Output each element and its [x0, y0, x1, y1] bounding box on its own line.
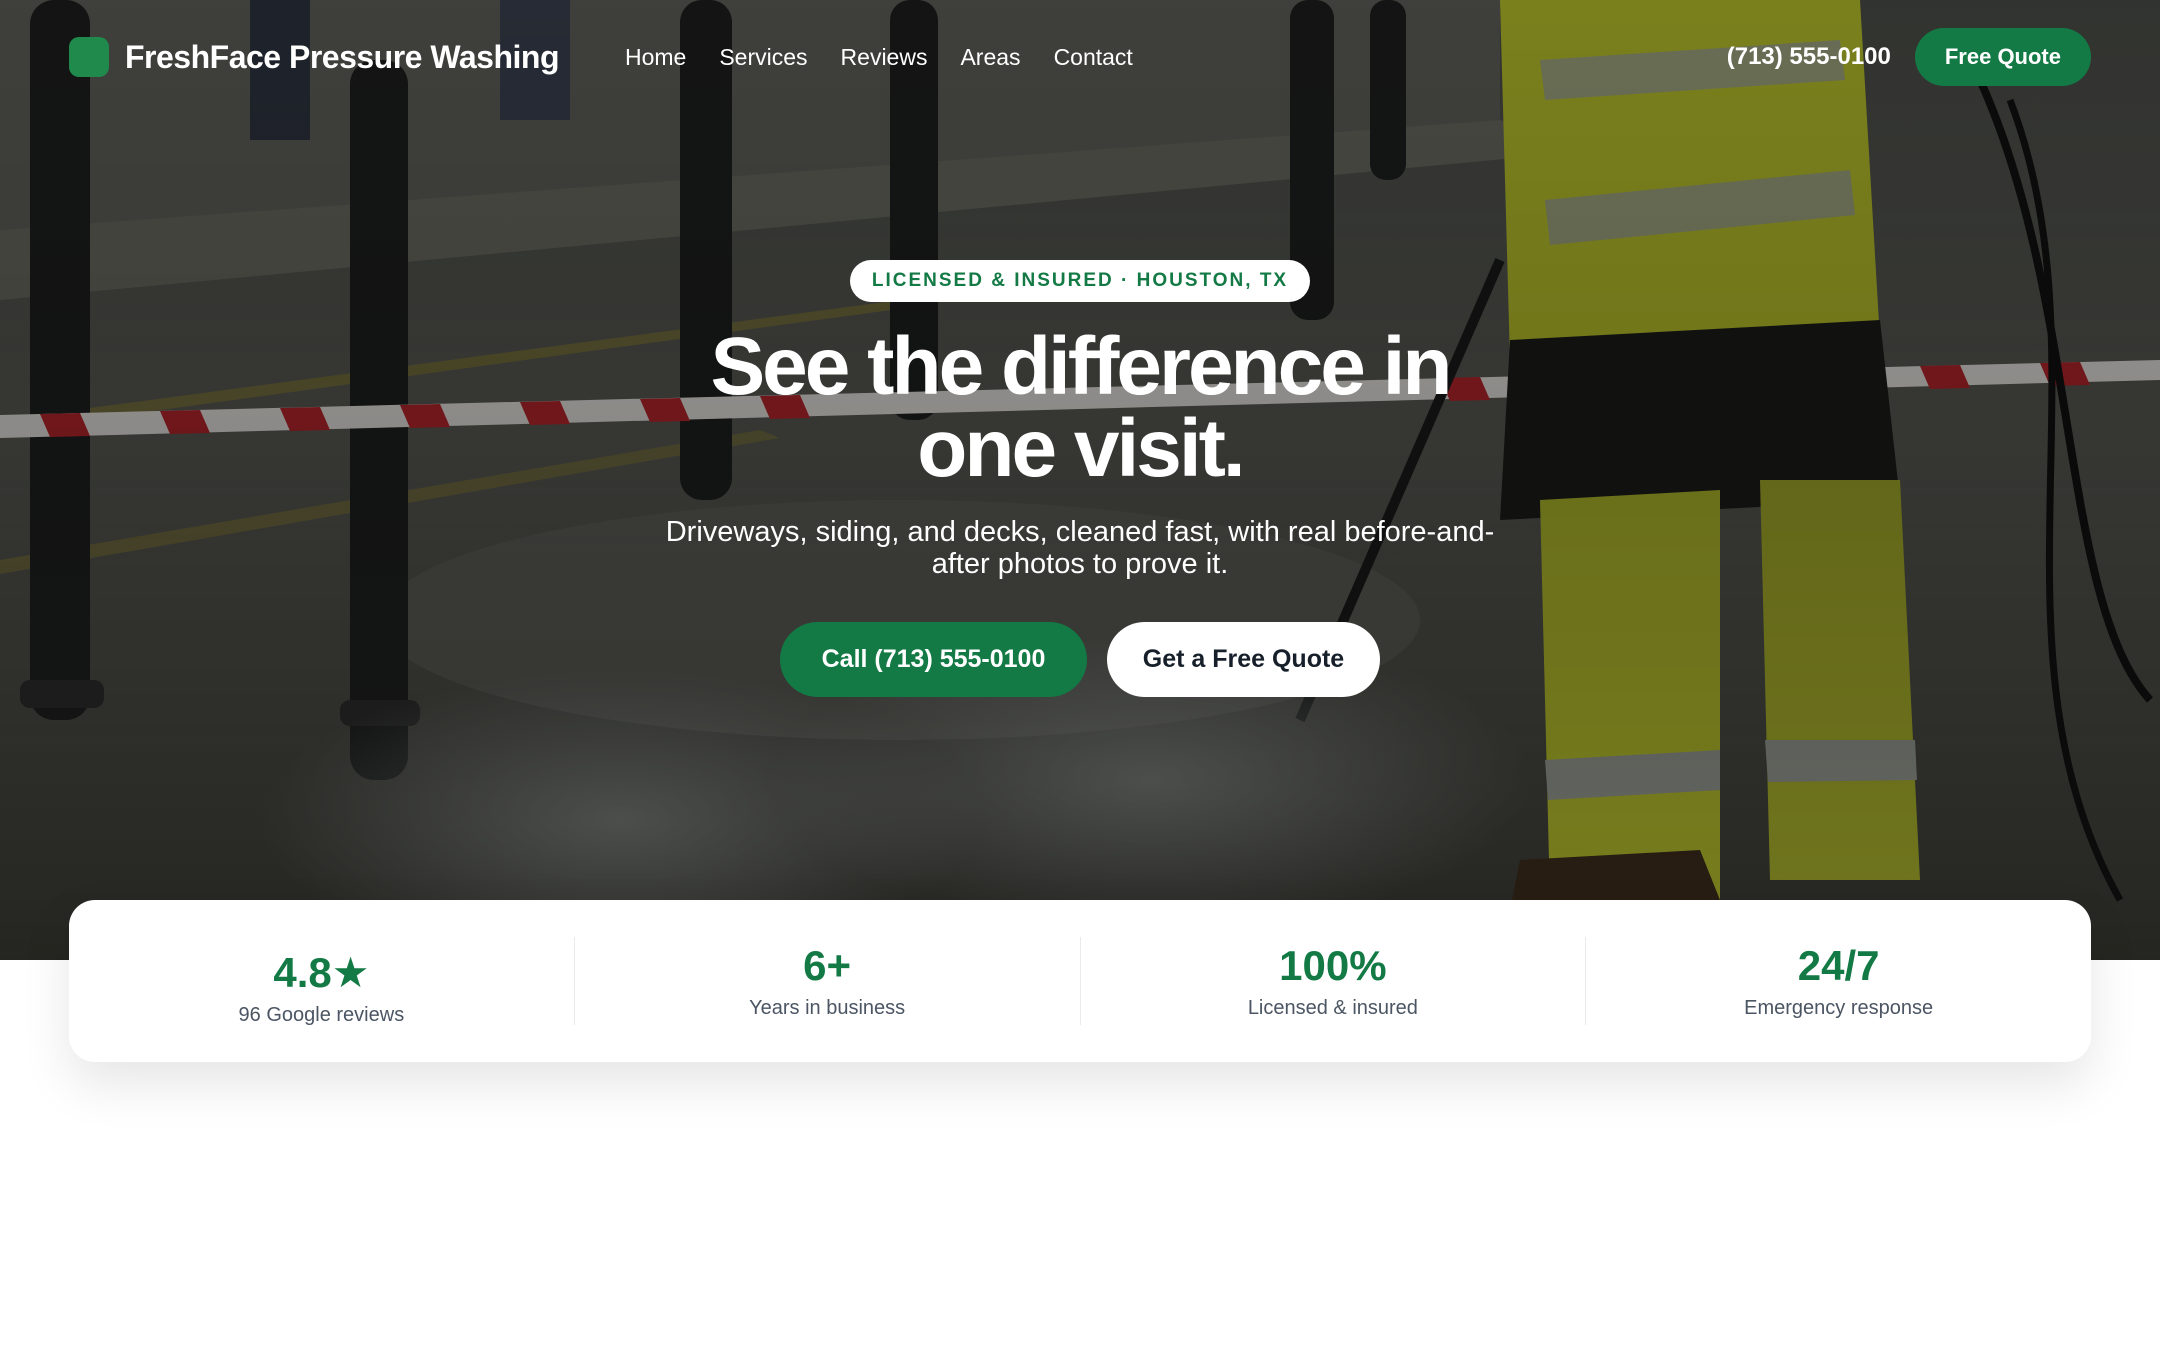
hero-badge: LICENSED & INSURED · HOUSTON, TX: [849, 260, 1311, 302]
hero-actions: Call (713) 555-0100 Get a Free Quote: [780, 622, 1380, 697]
nav-link-contact[interactable]: Contact: [1054, 44, 1133, 71]
get-free-quote-button[interactable]: Get a Free Quote: [1107, 622, 1380, 697]
stat-licensed: 100% Licensed & insured: [1081, 937, 1587, 1025]
stats-card: 4.8★ 96 Google reviews 6+ Years in busin…: [69, 900, 2091, 1062]
stat-label: 96 Google reviews: [238, 1003, 405, 1026]
stat-value: 4.8★: [273, 948, 370, 996]
nav-link-areas[interactable]: Areas: [960, 44, 1020, 71]
call-button[interactable]: Call (713) 555-0100: [780, 622, 1087, 697]
brand[interactable]: FreshFace Pressure Washing: [69, 37, 559, 77]
nav-link-reviews[interactable]: Reviews: [841, 44, 928, 71]
brand-logo-icon: [69, 37, 109, 77]
hero-content: LICENSED & INSURED · HOUSTON, TX See the…: [0, 260, 2160, 697]
landing-page: FreshFace Pressure Washing Home Services…: [0, 0, 2160, 1350]
nav-link-services[interactable]: Services: [719, 44, 807, 71]
top-navigation: FreshFace Pressure Washing Home Services…: [69, 28, 2091, 86]
nav-free-quote-button[interactable]: Free Quote: [1914, 28, 2091, 86]
stat-label: Emergency response: [1744, 996, 1934, 1019]
hero-subtitle: Driveways, siding, and decks, cleaned fa…: [665, 516, 1495, 580]
hero-title: See the difference in one visit.: [710, 321, 1452, 494]
stat-years: 6+ Years in business: [575, 937, 1081, 1025]
nav-phone-link[interactable]: (713) 555-0100: [1727, 43, 1891, 71]
stat-emergency: 24/7 Emergency response: [1586, 937, 2091, 1025]
nav-links: Home Services Reviews Areas Contact: [625, 44, 1133, 71]
stat-label: Licensed & insured: [1247, 996, 1418, 1019]
stat-label: Years in business: [749, 996, 906, 1019]
nav-actions: (713) 555-0100 Free Quote: [1727, 28, 2091, 86]
nav-link-home[interactable]: Home: [625, 44, 686, 71]
stat-value: 100%: [1279, 941, 1387, 989]
stat-rating: 4.8★ 96 Google reviews: [69, 937, 575, 1026]
brand-name: FreshFace Pressure Washing: [125, 38, 559, 75]
stat-value: 24/7: [1797, 941, 1880, 989]
hero-section: FreshFace Pressure Washing Home Services…: [0, 0, 2160, 960]
stat-value: 6+: [803, 941, 852, 989]
